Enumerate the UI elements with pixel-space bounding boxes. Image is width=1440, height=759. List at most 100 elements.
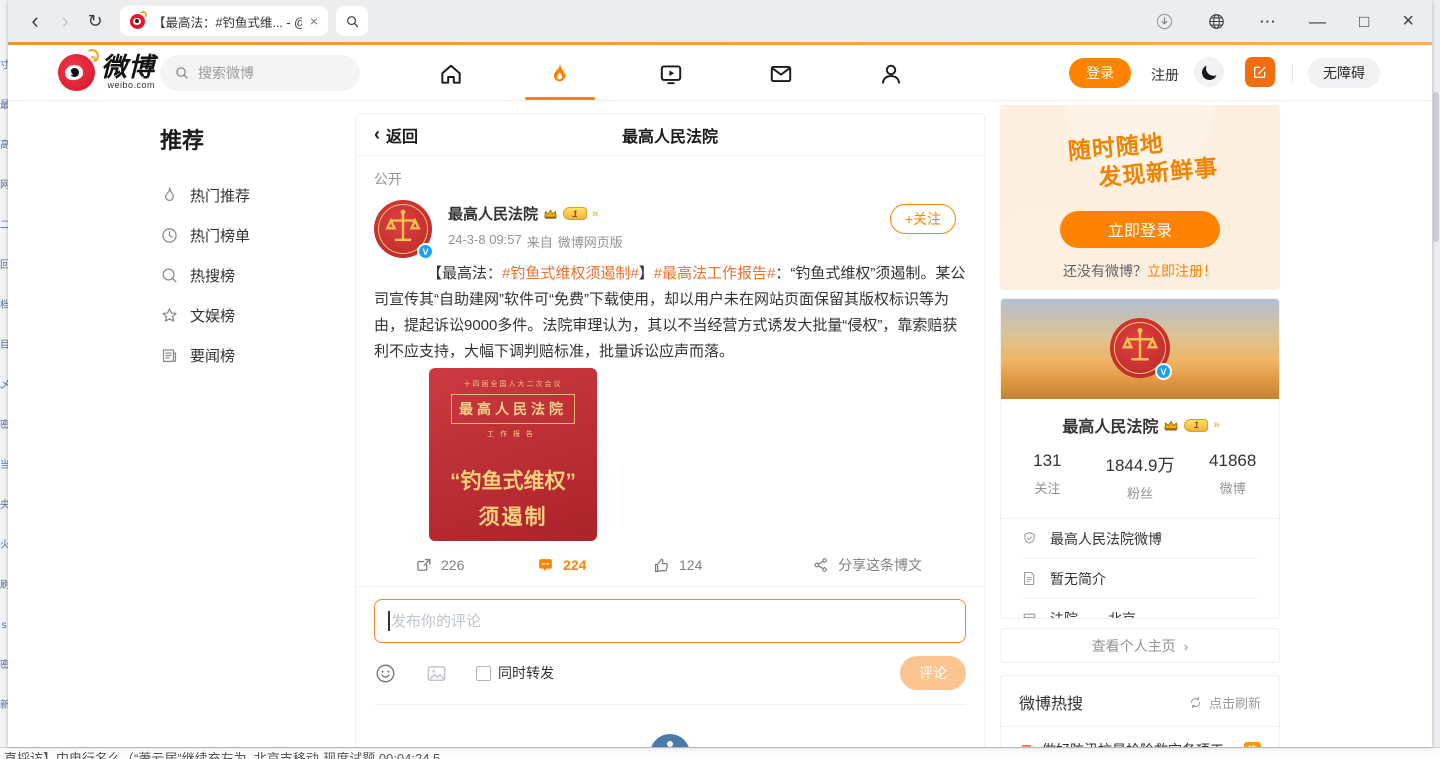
- globe-icon[interactable]: [1207, 12, 1226, 31]
- hashtag-link[interactable]: #最高法工作报告#: [654, 265, 776, 282]
- verified-badge-icon: V: [417, 243, 434, 260]
- repost-button[interactable]: 226: [414, 545, 464, 585]
- stat-followers[interactable]: 1844.9万 粉丝: [1094, 451, 1187, 502]
- like-count: 124: [679, 557, 702, 573]
- emoji-icon[interactable]: [374, 662, 397, 685]
- nav-video-tab[interactable]: [657, 60, 684, 87]
- nav-hot-tab[interactable]: [546, 60, 573, 87]
- profile-name[interactable]: 最高人民法院: [1062, 413, 1158, 437]
- hot-search-item[interactable]: 做好防汛抗旱抢险救灾各项工... 热: [1001, 727, 1279, 747]
- dark-mode-toggle[interactable]: [1194, 57, 1224, 87]
- shield-icon: [1021, 530, 1038, 547]
- comment-input[interactable]: [375, 600, 965, 642]
- profile-card: V 最高人民法院 1 » 131 关注: [1000, 298, 1280, 619]
- like-button[interactable]: 124: [652, 545, 702, 585]
- background-window-bottom-text: 直採访】中电行名么（“萧云居”继续充左为..北京支移动-现度试题 00:04:2…: [0, 750, 1440, 759]
- compose-button[interactable]: [1245, 57, 1275, 87]
- login-now-button[interactable]: 立即登录: [1060, 211, 1220, 248]
- browser-forward-button[interactable]: ›: [50, 10, 80, 32]
- follow-button[interactable]: +关注: [890, 204, 956, 234]
- comment-count: 224: [563, 557, 586, 573]
- browser-menu-icon[interactable]: ⋯: [1259, 13, 1276, 30]
- image-boxed-title: 最高人民法院: [451, 394, 575, 424]
- crown-icon: [1163, 419, 1179, 432]
- nav-profile-tab[interactable]: [877, 60, 904, 87]
- sidebar-item-news[interactable]: 要闻榜: [160, 335, 340, 375]
- login-button[interactable]: 登录: [1069, 58, 1131, 88]
- bio-text: 暂无简介: [1050, 569, 1106, 589]
- minimize-icon[interactable]: —: [1309, 13, 1326, 30]
- submit-comment-button[interactable]: 评论: [900, 656, 966, 690]
- sidebar-item-label: 热门推荐: [190, 185, 250, 206]
- refresh-button[interactable]: 点击刷新: [1188, 693, 1261, 712]
- sidebar-item-hot-recommend[interactable]: 热门推荐: [160, 175, 340, 215]
- weibo-favicon-icon: [130, 14, 145, 29]
- page-content: 推荐 热门推荐 热门榜单 热搜榜 文娱榜: [8, 101, 1432, 747]
- author-name[interactable]: 最高人民法院: [448, 203, 538, 224]
- stat-following[interactable]: 131 关注: [1001, 451, 1094, 502]
- repost-checkbox-label[interactable]: 同时转发: [498, 663, 554, 683]
- verify-info-row: 最高人民法院微博: [1021, 519, 1259, 559]
- post-text: 【最高法：#钓鱼式维权须遏制#】#最高法工作报告#：“钓鱼式维权”须遏制。某公司…: [374, 261, 968, 365]
- loading-info-icon: [650, 734, 690, 747]
- bio-info-row: 暂无简介: [1021, 559, 1259, 599]
- sidebar-item-entertainment[interactable]: 文娱榜: [160, 295, 340, 335]
- sidebar-item-hot-search[interactable]: 热搜榜: [160, 255, 340, 295]
- register-link[interactable]: 注册: [1151, 65, 1179, 85]
- mail-icon: [768, 61, 794, 87]
- nav-messages-tab[interactable]: [767, 60, 794, 87]
- post-source[interactable]: 微博网页版: [558, 232, 623, 251]
- share-button[interactable]: 分享这条博文: [812, 545, 922, 585]
- register-now-link[interactable]: 立即注册！: [1147, 263, 1217, 279]
- weibo-header: 微博 weibo.com: [8, 45, 1432, 101]
- image-headline-line1: “钓鱼式维权”: [429, 465, 597, 495]
- browser-search-button[interactable]: [336, 6, 368, 36]
- page-title: 最高人民法院: [356, 123, 984, 147]
- user-icon: [878, 61, 904, 87]
- browser-back-button[interactable]: ‹: [20, 10, 50, 32]
- background-right-strip: [1432, 0, 1440, 759]
- nav-home-tab[interactable]: [437, 60, 464, 87]
- logo-domain: weibo.com: [107, 81, 155, 90]
- sidebar-item-label: 热门榜单: [190, 225, 250, 246]
- post-detail-card: ‹ 返回 最高人民法院 公开 V 最高人民法院: [355, 113, 985, 747]
- search-input[interactable]: [198, 65, 338, 81]
- divider: [374, 704, 966, 705]
- browser-refresh-button[interactable]: ↻: [80, 12, 110, 30]
- view-profile-link[interactable]: 查看个人主页 ›: [1000, 628, 1280, 663]
- download-icon[interactable]: [1155, 12, 1174, 31]
- share-label: 分享这条博文: [838, 555, 922, 575]
- news-icon: [160, 346, 179, 365]
- tab-title: 【最高法：#钓鱼式维... - @最: [153, 12, 302, 31]
- post-time[interactable]: 24-3-8 09:57: [448, 232, 522, 251]
- location-text: 北京: [1108, 609, 1136, 619]
- browser-tab[interactable]: 【最高法：#钓鱼式维... - @最 ×: [120, 6, 328, 36]
- header-divider: [1292, 63, 1293, 83]
- scrollbar-thumb[interactable]: [1433, 92, 1439, 242]
- profile-avatar[interactable]: V: [1110, 318, 1170, 378]
- stat-posts[interactable]: 41868 微博: [1186, 451, 1279, 502]
- hashtag-link[interactable]: #钓鱼式维权须遏制#: [502, 265, 639, 282]
- search-box[interactable]: [160, 55, 360, 91]
- weibo-logo[interactable]: 微博 weibo.com: [58, 54, 155, 91]
- tab-close-icon[interactable]: ×: [310, 13, 318, 29]
- hot-search-card: 微博热搜 点击刷新 做好防汛抗旱抢险救灾各项工... 热: [1000, 675, 1280, 747]
- image-header-text: 十四届全国人大二次会议: [429, 379, 597, 389]
- hot-search-text: 做好防汛抗旱抢险救灾各项工...: [1042, 740, 1236, 747]
- label-icon: [1021, 611, 1038, 620]
- author-avatar[interactable]: V: [374, 200, 432, 258]
- maximize-icon[interactable]: □: [1359, 13, 1369, 30]
- accessibility-button[interactable]: 无障碍: [1308, 58, 1380, 88]
- sidebar-item-label: 要闻榜: [190, 345, 235, 366]
- home-icon: [438, 61, 464, 87]
- image-headline-line2: 须遏制: [429, 501, 597, 531]
- back-button[interactable]: ‹ 返回: [374, 123, 418, 147]
- background-window-text: 寸 最 高 网 二 回 档 目 乄 密 当 央 火 刷 s 密 新: [0, 0, 8, 726]
- close-icon[interactable]: ×: [1402, 11, 1414, 31]
- image-subtitle: 工作报告: [429, 429, 597, 439]
- image-upload-icon[interactable]: [425, 662, 448, 685]
- comment-button[interactable]: 224: [536, 545, 586, 585]
- repost-checkbox[interactable]: [476, 666, 491, 681]
- sidebar-item-hot-list[interactable]: 热门榜单: [160, 215, 340, 255]
- post-image[interactable]: 十四届全国人大二次会议 最高人民法院 工作报告 “钓鱼式维权” 须遏制: [429, 368, 597, 541]
